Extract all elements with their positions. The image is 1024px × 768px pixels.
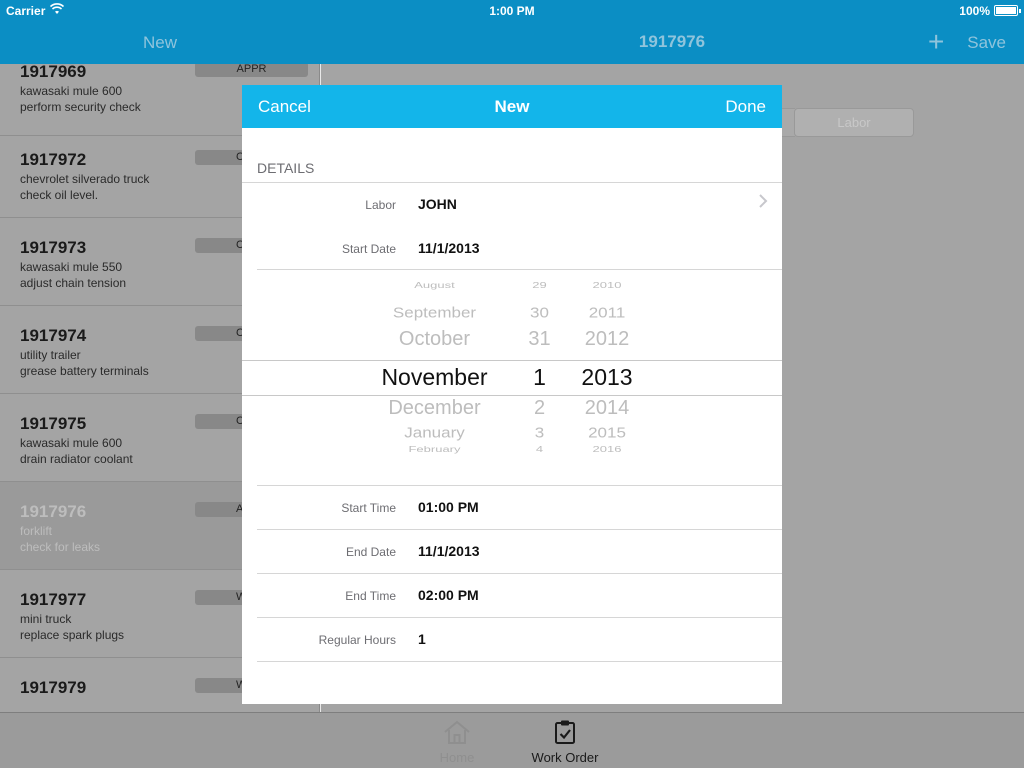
end-date-value: 11/1/2013 xyxy=(418,543,480,559)
tab-bar: Home Work Order xyxy=(0,712,1024,768)
clock: 1:00 PM xyxy=(489,4,535,18)
task-label: check for leaks xyxy=(20,540,101,554)
picker-month-option[interactable]: August xyxy=(352,281,517,290)
work-order-number: 1917972 xyxy=(20,150,87,169)
tab-work-order-label: Work Order xyxy=(531,750,599,765)
picker-year-option[interactable]: 2013 xyxy=(567,364,647,391)
picker-month-column[interactable]: August September October November December Ja… xyxy=(352,270,517,485)
detail-title: 1917976 xyxy=(638,32,706,51)
regular-hours-label: Regular Hours xyxy=(318,633,396,647)
equipment-label: kawasaki mule 550 xyxy=(20,260,123,274)
done-button[interactable]: Done xyxy=(725,97,766,117)
equipment-label: kawasaki mule 600 xyxy=(20,84,123,98)
picker-month-option[interactable]: October xyxy=(352,328,517,351)
battery-percent: 100% xyxy=(959,4,990,18)
start-time-value: 01:00 PM xyxy=(418,499,479,515)
chevron-right-icon xyxy=(758,193,768,214)
end-time-row[interactable]: End Time 02:00 PM xyxy=(242,574,782,618)
picker-day-option[interactable]: 30 xyxy=(512,305,567,322)
labor-label: Labor xyxy=(365,198,396,212)
start-time-label: Start Time xyxy=(341,501,396,515)
work-order-number: 1917973 xyxy=(20,238,87,257)
picker-year-option[interactable]: 2012 xyxy=(567,328,647,351)
clipboard-check-icon xyxy=(520,719,610,745)
task-label: adjust chain tension xyxy=(20,276,127,290)
status-badge: APPR xyxy=(195,64,308,77)
picker-year-option[interactable]: 2014 xyxy=(567,397,647,420)
equipment-label: forklift xyxy=(20,524,53,538)
home-icon xyxy=(412,719,502,745)
tab-work-order[interactable]: Work Order xyxy=(520,719,610,765)
picker-day-option[interactable]: 1 xyxy=(512,364,567,391)
master-title[interactable]: New xyxy=(0,33,320,53)
picker-month-option[interactable]: December xyxy=(352,397,517,420)
picker-month-option[interactable]: September xyxy=(352,305,517,322)
new-labor-modal: Cancel New Done DETAILS Labor JOHN Start… xyxy=(242,85,782,704)
end-date-label: End Date xyxy=(345,545,396,559)
save-button[interactable]: Save xyxy=(967,33,1006,53)
end-time-label: End Time xyxy=(345,589,396,603)
picker-month-option[interactable]: November xyxy=(352,364,517,391)
work-order-number: 1917979 xyxy=(20,678,87,697)
picker-day-option[interactable]: 3 xyxy=(512,425,567,442)
status-bar: Carrier 1:00 PM 100% xyxy=(0,0,1024,22)
tab-home[interactable]: Home xyxy=(412,719,502,765)
work-order-number: 1917977 xyxy=(20,590,87,609)
end-time-value: 02:00 PM xyxy=(418,587,479,603)
regular-hours-row[interactable]: Regular Hours 1 xyxy=(242,618,782,662)
work-order-number: 1917969 xyxy=(20,64,87,81)
task-label: drain radiator coolant xyxy=(20,452,133,466)
modal-title: New xyxy=(494,97,530,116)
labor-row[interactable]: Labor JOHN xyxy=(242,183,782,227)
equipment-label: chevrolet silverado truck xyxy=(20,172,150,186)
start-date-value: 11/1/2013 xyxy=(418,240,480,256)
task-label: perform security check xyxy=(20,100,141,114)
picker-year-option[interactable]: 2015 xyxy=(567,425,647,442)
start-date-label: Start Date xyxy=(341,242,396,256)
picker-day-option[interactable]: 2 xyxy=(512,397,567,420)
task-label: replace spark plugs xyxy=(20,628,125,642)
date-picker[interactable]: August September October November December Ja… xyxy=(242,270,782,485)
equipment-label: kawasaki mule 600 xyxy=(20,436,123,450)
end-date-row[interactable]: End Date 11/1/2013 xyxy=(242,530,782,574)
tab-home-label: Home xyxy=(439,750,475,765)
regular-hours-value: 1 xyxy=(418,631,426,647)
start-date-row[interactable]: Start Date 11/1/2013 xyxy=(242,227,782,271)
divider xyxy=(257,661,782,662)
picker-month-option[interactable]: January xyxy=(352,425,517,442)
work-order-number: 1917975 xyxy=(20,414,87,433)
picker-year-option[interactable]: 2011 xyxy=(567,305,647,322)
work-order-number: 1917974 xyxy=(20,326,87,345)
battery-icon xyxy=(994,5,1021,16)
navigation-bar: New 1917976 + Save xyxy=(0,22,1024,64)
labor-value: JOHN xyxy=(418,196,457,212)
add-icon[interactable]: + xyxy=(928,26,944,58)
equipment-label: utility trailer xyxy=(20,348,81,362)
picker-day-option[interactable]: 31 xyxy=(512,328,567,351)
picker-year-option[interactable]: 2010 xyxy=(567,281,647,290)
picker-month-option[interactable]: February xyxy=(352,445,517,454)
start-time-row[interactable]: Start Time 01:00 PM xyxy=(242,486,782,530)
modal-header: Cancel New Done xyxy=(242,85,782,128)
labor-segment[interactable]: Labor xyxy=(794,108,914,137)
work-order-number: 1917976 xyxy=(20,502,87,521)
picker-day-column[interactable]: 29 30 31 1 2 3 4 xyxy=(512,270,567,485)
equipment-label: mini truck xyxy=(20,612,72,626)
task-label: check oil level. xyxy=(20,188,99,202)
picker-day-option[interactable]: 29 xyxy=(512,281,567,290)
task-label: grease battery terminals xyxy=(20,364,149,378)
section-header-details: DETAILS xyxy=(257,160,315,176)
picker-day-option[interactable]: 4 xyxy=(512,445,567,454)
picker-year-option[interactable]: 2016 xyxy=(567,445,647,454)
picker-year-column[interactable]: 2010 2011 2012 2013 2014 2015 2016 xyxy=(567,270,647,485)
